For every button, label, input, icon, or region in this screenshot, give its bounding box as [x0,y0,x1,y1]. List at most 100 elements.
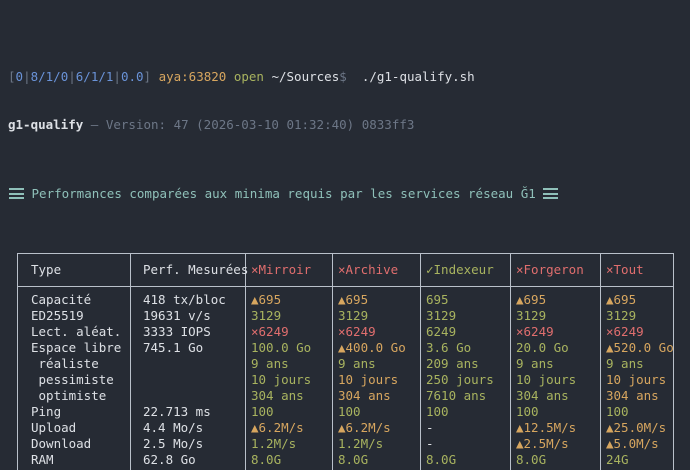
cell-value: 100 [606,404,629,419]
cell: ▲12.5M/s [511,420,601,436]
cell: 100 [421,404,511,420]
cell-value: 8.0G [338,452,368,467]
cell: 1.2M/s [246,436,333,452]
status-segment: ~/Sources [271,69,339,84]
measured-value [131,388,246,404]
table-row: ED2551919631 v/s31293129312931293129 [18,308,674,324]
measured-value: 745.1 Go [131,340,246,356]
status-segment: ] [144,69,152,84]
cell-value: 695 [426,292,449,307]
status-segment: open [234,69,264,84]
row-label: Ping [18,404,131,420]
cell: 304 ans [511,388,601,404]
row-label: optimiste [18,388,131,404]
cell-value: 6249 [426,324,456,339]
column-header-tout: ×Tout [601,254,674,287]
cell: 250 jours [421,372,511,388]
cell: 9 ans [246,356,333,372]
table-row: réaliste9 ans9 ans209 ans9 ans9 ans [18,356,674,372]
cell-value: 10 jours [516,372,576,387]
cell: 100 [246,404,333,420]
triple-bar-icon [543,188,558,199]
cell: 100 [333,404,421,420]
row-label: Lect. aléat. [18,324,131,340]
column-header-indexeur: ✓Indexeur [421,254,511,287]
cell: 10 jours [333,372,421,388]
cell: 3129 [601,308,674,324]
cell: 9 ans [511,356,601,372]
cell-value: ▲25.0M/s [606,420,666,435]
cell-value: 100 [426,404,449,419]
benchmark-table: TypePerf. Mesurées×Mirroir×Archive✓Index… [17,253,674,470]
table-row: optimiste304 ans304 ans7610 ans304 ans30… [18,388,674,404]
table-row: Ping22.713 ms100100100100100 [18,404,674,420]
measured-value: 19631 v/s [131,308,246,324]
cell: 1.2M/s [333,436,421,452]
cell-value: 8.0G [251,452,281,467]
cell: 209 ans [421,356,511,372]
cell: 695 [421,287,511,309]
status-segment [226,69,234,84]
cell-value: 250 jours [426,372,494,387]
status-segment: $ [339,69,347,84]
cell: ▲2.5M/s [511,436,601,452]
cell-value: ▲2.5M/s [516,436,569,451]
cell-value: ×6249 [251,324,289,339]
cell-value: - [426,420,434,435]
status-segment: ./g1-qualify.sh [362,69,475,84]
cell-value: ▲12.5M/s [516,420,576,435]
column-header-type: Type [18,254,131,287]
status-segment: [ [8,69,16,84]
cell-value: ×6249 [516,324,554,339]
banner: Performances comparées aux minima requis… [9,186,690,202]
cell-value: 3129 [606,308,636,323]
version-info: — Version: 47 (2026-03-10 01:32:40) 0833… [83,117,414,132]
column-header-forgeron: ×Forgeron [511,254,601,287]
measured-value: 3333 IOPS [131,324,246,340]
cell: ▲695 [333,287,421,309]
cell: 100 [601,404,674,420]
column-header-mirroir: ×Mirroir [246,254,333,287]
status-segment: 0 [16,69,24,84]
cell: 10 jours [511,372,601,388]
cell: - [421,420,511,436]
cell-value: 100 [251,404,274,419]
cell-value: 9 ans [251,356,289,371]
cell-value: 304 ans [606,388,659,403]
row-label: Capacité [18,287,131,309]
cell: ▲400.0 Go [333,340,421,356]
table-row: Upload4.4 Mo/s▲6.2M/s▲6.2M/s-▲12.5M/s▲25… [18,420,674,436]
measured-value: 2.5 Mo/s [131,436,246,452]
cell: 10 jours [246,372,333,388]
row-label: RAM [18,452,131,470]
cell: 100.0 Go [246,340,333,356]
status-segment: 6/1/1 [76,69,114,84]
cell: 8.0G [511,452,601,470]
cell-value: 3.6 Go [426,340,471,355]
measured-value [131,356,246,372]
cell: 100 [511,404,601,420]
cell: 8.0G [421,452,511,470]
cell-value: 10 jours [251,372,311,387]
cell: 9 ans [601,356,674,372]
table-row: Download2.5 Mo/s1.2M/s1.2M/s-▲2.5M/s▲5.0… [18,436,674,452]
cell: ▲5.0M/s [601,436,674,452]
cell-value: 100.0 Go [251,340,311,355]
cell-value: 24G [606,452,629,467]
table-row: Capacité418 tx/bloc▲695▲695695▲695▲695 [18,287,674,309]
cell: ×6249 [333,324,421,340]
triple-bar-icon [9,188,24,199]
cell: ▲6.2M/s [333,420,421,436]
cell: 3129 [246,308,333,324]
cell-value: 1.2M/s [251,436,296,451]
cell-value: ▲6.2M/s [338,420,391,435]
cell-value: 209 ans [426,356,479,371]
cell: 24G [601,452,674,470]
cell-value: ▲695 [251,292,281,307]
cell: 3.6 Go [421,340,511,356]
cell-value: 8.0G [426,452,456,467]
cell: ▲695 [246,287,333,309]
cell-value: 8.0G [516,452,546,467]
cell-value: ×6249 [606,324,644,339]
cell: 304 ans [333,388,421,404]
